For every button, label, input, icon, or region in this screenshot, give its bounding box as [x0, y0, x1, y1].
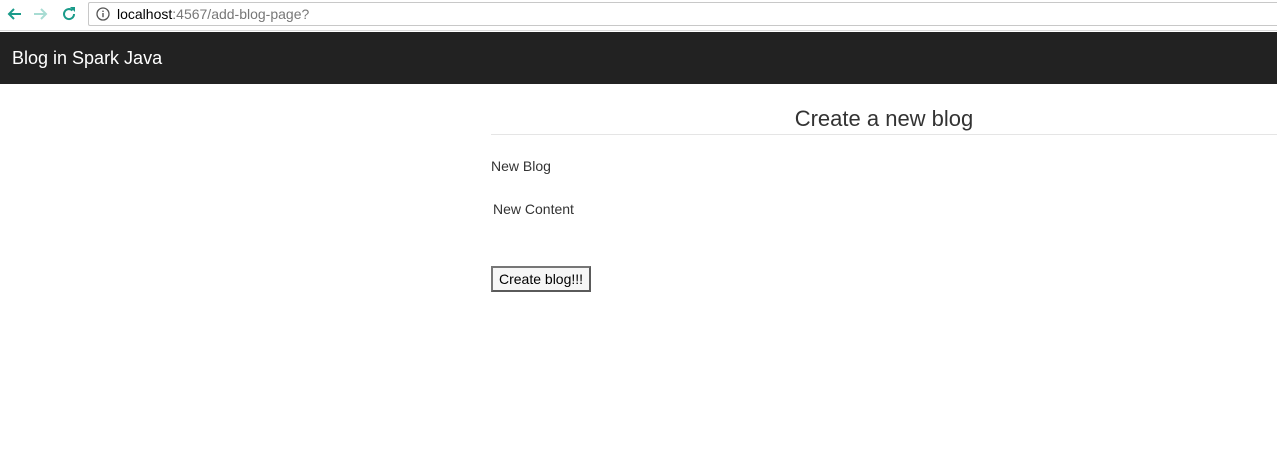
forward-button[interactable] [31, 4, 51, 24]
new-content-label: New Content [493, 201, 574, 217]
reload-button[interactable] [59, 4, 79, 24]
back-button[interactable] [4, 4, 24, 24]
browser-toolbar: localhost:4567/add-blog-page? [0, 0, 1277, 31]
url-text[interactable]: localhost:4567/add-blog-page? [117, 6, 309, 22]
app-navbar: Blog in Spark Java [0, 32, 1277, 84]
page-header: Create a new blog [491, 106, 1277, 135]
arrow-right-icon [34, 8, 48, 20]
reload-icon [63, 7, 76, 21]
new-blog-label: New Blog [491, 158, 551, 174]
brand-link[interactable]: Blog in Spark Java [12, 47, 162, 69]
arrow-left-icon [7, 8, 21, 20]
main-content: Create a new blog New Blog New Content C… [491, 84, 1277, 292]
create-blog-button[interactable]: Create blog!!! [491, 266, 592, 292]
url-host: localhost [117, 6, 173, 22]
info-icon[interactable] [96, 7, 110, 21]
address-bar[interactable]: localhost:4567/add-blog-page? [88, 2, 1277, 26]
page-title: Create a new blog [794, 106, 974, 131]
url-path: :4567/add-blog-page? [172, 6, 310, 22]
